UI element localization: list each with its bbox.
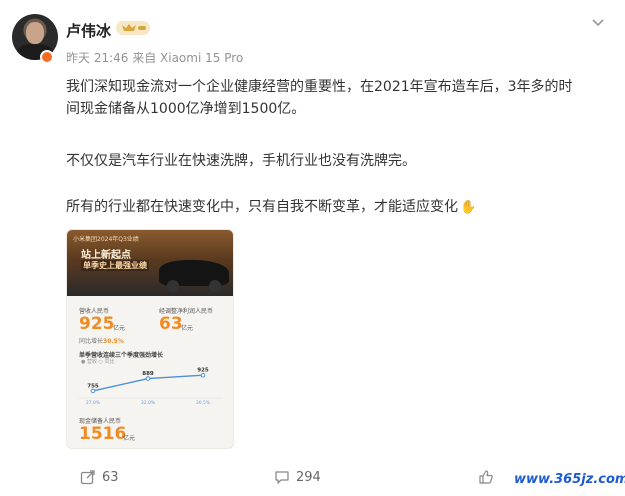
share-button[interactable]: 63: [80, 469, 119, 485]
revenue-unit: 亿元: [113, 325, 126, 332]
chart-growth-label: 30.5%: [196, 400, 211, 406]
share-icon: [80, 470, 95, 485]
car-wheel: [167, 280, 179, 292]
post-meta: 昨天 21:46 来自 Xiaomi 15 Pro: [66, 51, 244, 65]
comment-button[interactable]: 294: [274, 469, 321, 485]
author-name[interactable]: 卢伟冰: [66, 20, 111, 41]
profit-unit: 亿元: [181, 325, 194, 332]
yoy-value: 30.5%: [103, 338, 124, 345]
post-image-card[interactable]: 小米集团2024年Q3业绩 站上新起点 单季史上最强业绩 营收人民币 925 亿…: [66, 229, 234, 449]
profit-value: 63: [159, 314, 183, 334]
post-paragraph-3-text: 所有的行业都在快速变化中，只有自我不断变革，才能适应变化: [66, 199, 458, 215]
chart-point: [90, 388, 96, 394]
yoy-prefix: 同比增长: [79, 338, 104, 345]
weibo-post: 卢伟冰 昨天 21:46 来自 Xiaomi 15 Pro 我们深知现金流对一个…: [0, 0, 625, 496]
watermark: www.365jz.com: [514, 472, 625, 487]
revenue-line-chart: 755 27.0% 889 32.0% 925 30.5%: [79, 368, 223, 406]
hero-caption: 小米集团2024年Q3业绩: [73, 236, 139, 243]
chart-data-label: 889: [142, 371, 154, 377]
cash-unit: 亿元: [123, 435, 136, 442]
muscle-emoji-icon: ✋: [460, 200, 477, 215]
chart-data-label: 755: [87, 383, 99, 389]
vip-crown-icon: [116, 21, 150, 35]
comment-count: 294: [296, 469, 321, 485]
revenue-value: 925: [79, 314, 115, 334]
chart-point: [145, 376, 151, 381]
post-paragraph-1: 我们深知现金流对一个企业健康经营的重要性，在2021年宣布造车后，3年多的时间现…: [66, 79, 573, 117]
post-paragraph-3: 所有的行业都在快速变化中，只有自我不断变革，才能适应变化 ✋: [66, 196, 476, 219]
hero-title: 站上新起点: [81, 250, 131, 261]
thumbs-up-icon: [479, 470, 493, 484]
chart-point: [200, 372, 206, 378]
like-button[interactable]: [478, 469, 500, 485]
cash-value: 1516: [79, 424, 127, 444]
car-wheel: [209, 280, 221, 292]
comment-icon: [275, 471, 289, 484]
yoy-growth: 同比增长30.5%: [79, 336, 124, 345]
avatar-face: [26, 22, 44, 44]
chart-growth-label: 32.0%: [141, 400, 156, 406]
share-count: 63: [102, 469, 119, 485]
card-hero-banner: 小米集团2024年Q3业绩 站上新起点 单季史上最强业绩: [67, 230, 233, 296]
chart-growth-label: 27.0%: [86, 400, 101, 406]
chart-data-label: 925: [197, 368, 209, 374]
hero-subtitle: 单季史上最强业绩: [81, 260, 149, 271]
verified-badge-icon: [40, 50, 54, 64]
chevron-down-icon[interactable]: [590, 14, 606, 30]
post-paragraph-2: 不仅仅是汽车行业在快速洗牌，手机行业也没有洗牌完。: [66, 153, 416, 169]
